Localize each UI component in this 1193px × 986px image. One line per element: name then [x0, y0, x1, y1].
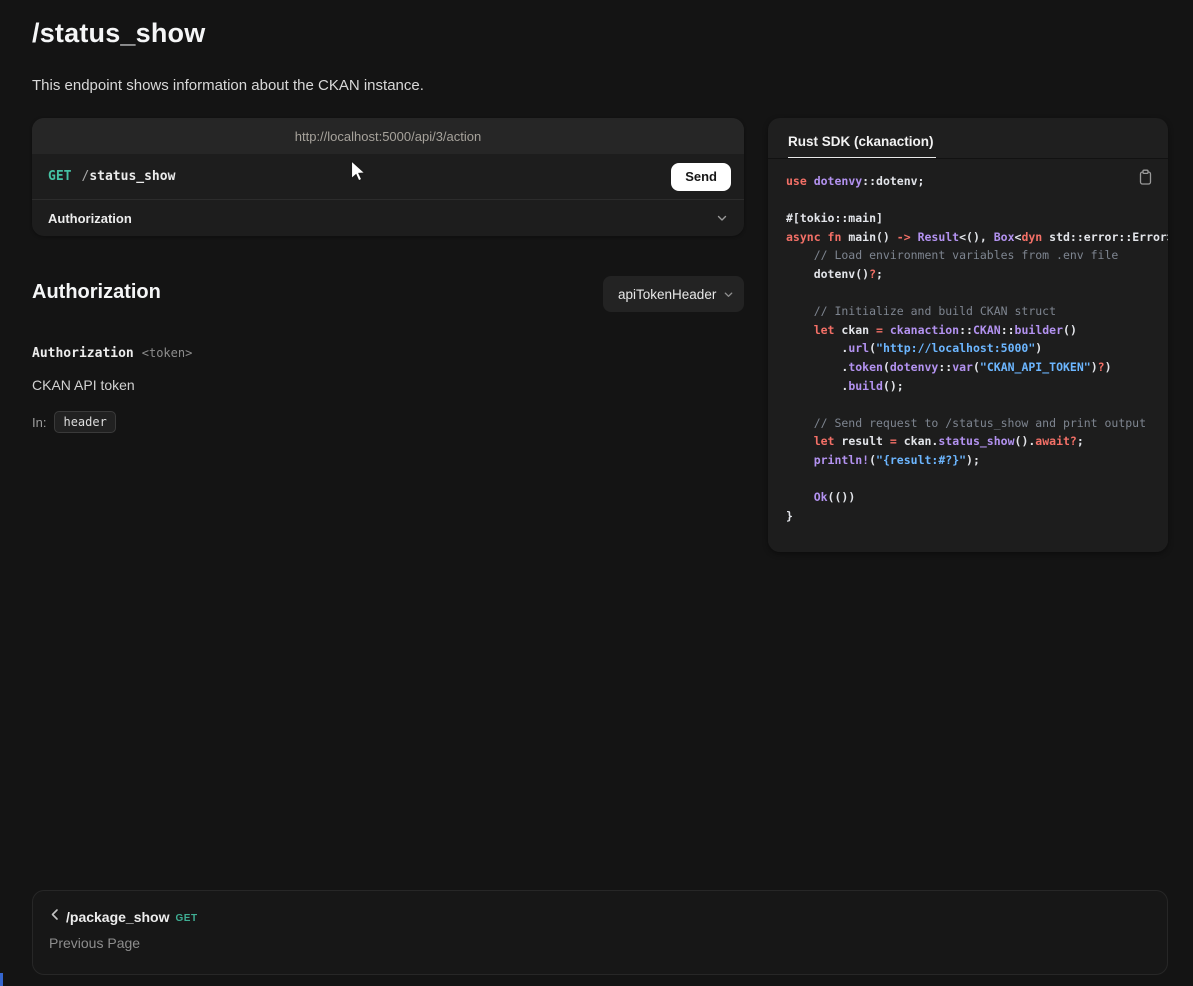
param-row: Authorization <token> — [32, 346, 192, 361]
copy-button[interactable] — [1136, 167, 1155, 190]
base-url-bar: http://localhost:5000/api/3/action — [32, 118, 744, 154]
auth-scheme-select[interactable]: apiTokenHeader — [603, 276, 744, 312]
clipboard-icon — [1138, 173, 1153, 188]
auth-collapsible-row[interactable]: Authorization — [32, 199, 744, 236]
chevron-down-icon — [716, 212, 728, 224]
previous-endpoint-method: GET — [176, 913, 198, 924]
code-tab-bar: Rust SDK (ckanaction) — [768, 118, 1168, 159]
auth-row-label: Authorization — [48, 211, 132, 226]
chevron-down-icon — [723, 289, 734, 300]
request-row: GET /status_show Send — [32, 154, 744, 199]
param-in-row: In: header — [32, 411, 116, 433]
in-value-badge: header — [54, 411, 115, 433]
previous-endpoint-path: /package_show — [66, 909, 170, 925]
param-description: CKAN API token — [32, 377, 135, 393]
send-button[interactable]: Send — [671, 163, 731, 191]
param-type: <token> — [142, 346, 193, 360]
auth-scheme-value: apiTokenHeader — [618, 287, 716, 302]
page-title: /status_show — [32, 18, 205, 49]
endpoint-path: /status_show — [81, 169, 175, 184]
scroll-marker — [0, 973, 3, 986]
code-sample-card: Rust SDK (ckanaction) use dotenvy::doten… — [768, 118, 1168, 552]
base-url: http://localhost:5000/api/3/action — [295, 129, 481, 144]
param-name: Authorization — [32, 346, 134, 361]
request-card: http://localhost:5000/api/3/action GET /… — [32, 118, 744, 236]
previous-page-label: Previous Page — [49, 935, 1151, 951]
path-name: status_show — [89, 169, 175, 184]
previous-page-card[interactable]: /package_show GET Previous Page — [32, 890, 1168, 975]
previous-page-link: /package_show GET — [49, 908, 1151, 926]
code-body: use dotenvy::dotenv; #[tokio::main]async… — [768, 159, 1168, 552]
in-label: In: — [32, 415, 46, 430]
code-block[interactable]: use dotenvy::dotenv; #[tokio::main]async… — [786, 172, 1168, 525]
method-badge: GET — [48, 169, 71, 184]
tab-rust-sdk[interactable]: Rust SDK (ckanaction) — [788, 122, 936, 158]
chevron-left-icon — [49, 908, 61, 926]
endpoint-description: This endpoint shows information about th… — [32, 77, 424, 94]
authorization-heading: Authorization — [32, 281, 161, 304]
